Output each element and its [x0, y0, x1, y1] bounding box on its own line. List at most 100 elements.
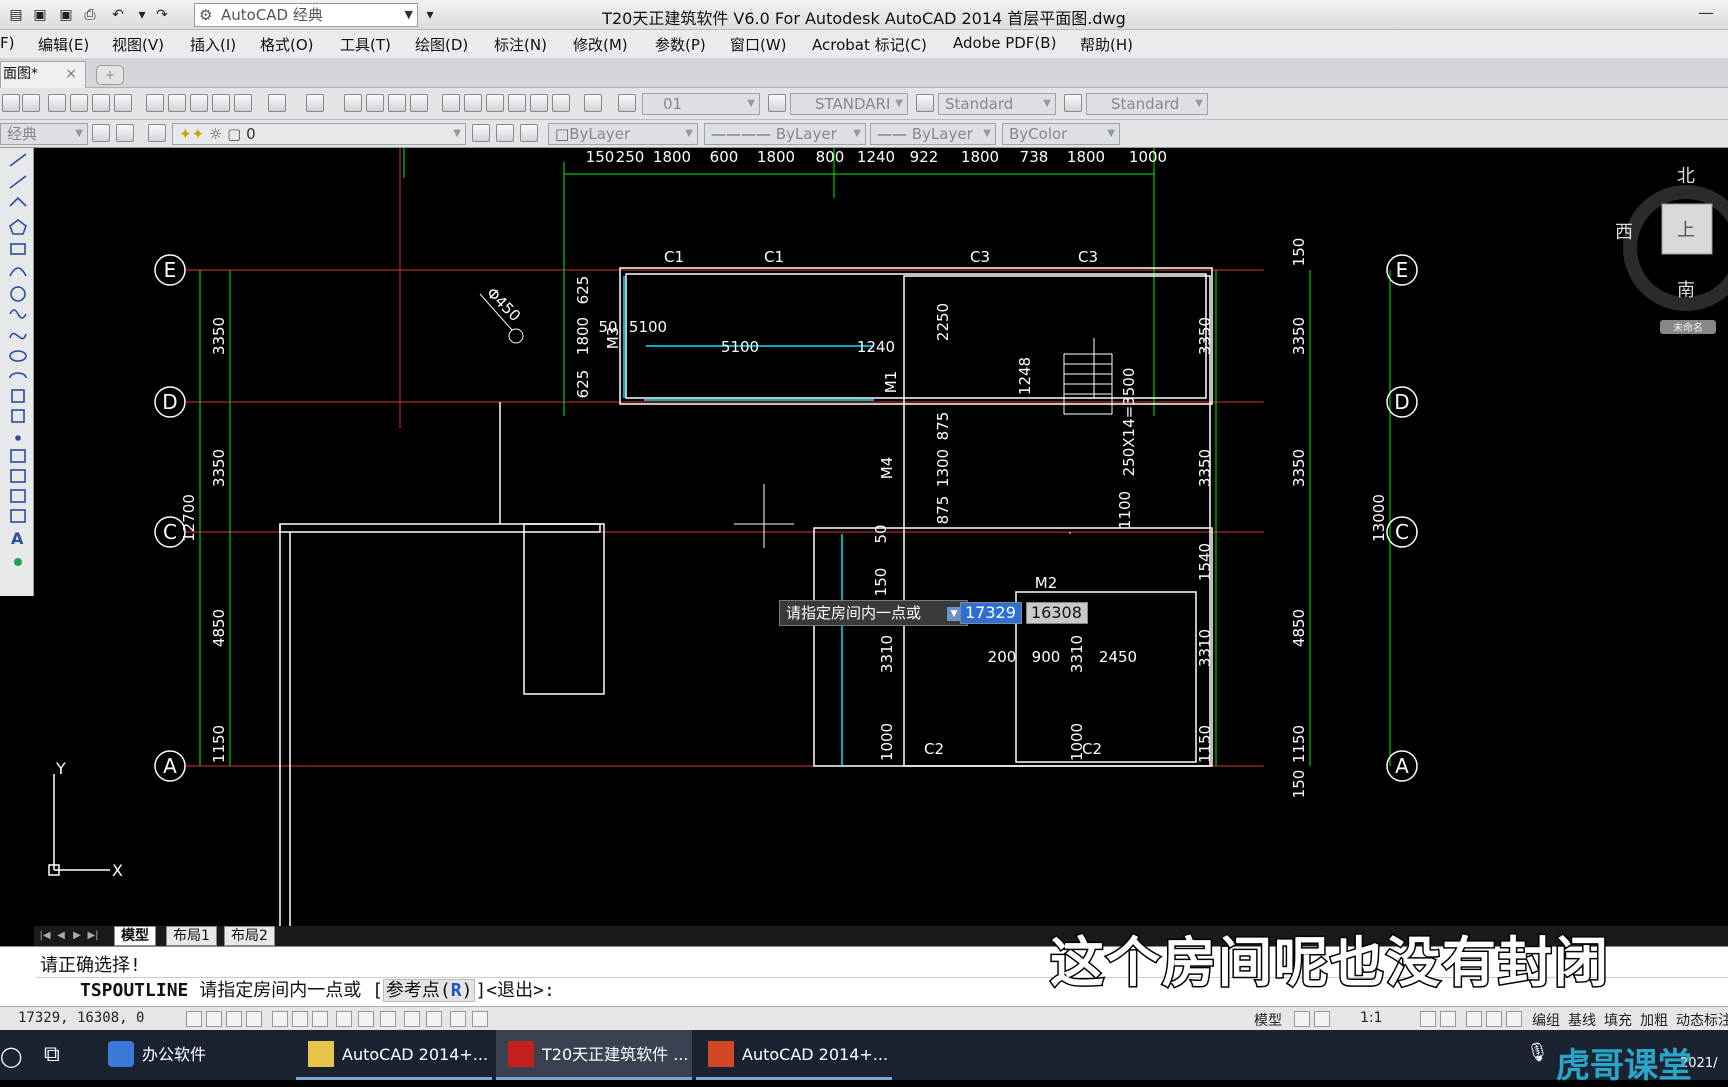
workspace-mini-select[interactable]: 经典 ▼ — [0, 123, 88, 145]
layer-select[interactable]: ✦✦ ☼ ▢ 0 ▼ — [172, 123, 466, 145]
dynamic-x-input[interactable]: 17329 — [960, 602, 1022, 624]
menu-format[interactable]: 格式(O) — [260, 34, 314, 55]
compass-north[interactable]: 北 — [1677, 166, 1695, 187]
dim-style-icon[interactable] — [768, 94, 786, 112]
command-option-reference[interactable]: 参考点(R) — [382, 979, 476, 1002]
minimize-button[interactable]: — — [1698, 3, 1714, 22]
markup-icon[interactable] — [530, 94, 548, 112]
cut-icon[interactable] — [146, 94, 164, 112]
toolbar-lock-icon[interactable] — [116, 124, 134, 142]
open-icon[interactable] — [2, 94, 20, 112]
zoom-window-icon[interactable] — [388, 94, 406, 112]
calculator-icon[interactable] — [552, 94, 570, 112]
pan-icon[interactable] — [344, 94, 362, 112]
plotstyle-select[interactable]: ByColor ▼ — [1002, 123, 1120, 145]
arc-icon[interactable] — [9, 267, 27, 277]
menu-dimension[interactable]: 标注(N) — [494, 34, 547, 55]
annotation-visibility-icon[interactable] — [1420, 1011, 1436, 1027]
search-icon[interactable]: ◯ — [0, 1044, 22, 1068]
status-btn-fill[interactable]: 填充 — [1604, 1010, 1632, 1030]
zoom-realtime-icon[interactable] — [366, 94, 384, 112]
quick-view-drawings-icon[interactable] — [1314, 1011, 1330, 1027]
insert-block-icon[interactable] — [11, 389, 25, 403]
polyline-icon[interactable] — [9, 196, 27, 207]
make-current-layer-icon[interactable] — [472, 124, 490, 142]
menu-window[interactable]: 窗口(W) — [730, 34, 787, 55]
status-btn-dynamic-dim[interactable]: 动态标注 — [1676, 1010, 1728, 1030]
circle-icon[interactable] — [10, 286, 26, 302]
quick-properties-icon[interactable] — [450, 1011, 466, 1027]
menu-modify[interactable]: 修改(M) — [573, 34, 628, 55]
compass-west[interactable]: 西 — [1615, 222, 1633, 243]
file-tab[interactable]: 面图* × — [0, 61, 86, 88]
polygon-icon[interactable] — [9, 219, 27, 235]
menu-file[interactable]: F) — [0, 34, 14, 52]
lineweight-icon[interactable] — [404, 1011, 420, 1027]
taskbar-item-autocad-folder[interactable]: AutoCAD 2014+... — [296, 1030, 492, 1080]
status-btn-group[interactable]: 编组 — [1532, 1010, 1560, 1030]
construction-line-icon[interactable] — [9, 175, 27, 189]
spline-icon[interactable] — [9, 332, 27, 340]
tool-palettes-icon[interactable] — [486, 94, 504, 112]
mtext-icon[interactable]: A — [11, 529, 24, 548]
revcloud-icon[interactable] — [9, 309, 27, 319]
options-down-icon[interactable]: ▼ — [947, 606, 962, 621]
block-editor-icon[interactable] — [234, 94, 252, 112]
table-style-icon[interactable] — [916, 94, 934, 112]
hatch-icon[interactable] — [10, 449, 26, 463]
otrack-icon[interactable] — [336, 1011, 352, 1027]
gear-icon[interactable] — [92, 124, 110, 142]
drawing-canvas[interactable]: E D C A E D C A 150 250 1800 600 1800 80… — [34, 148, 1728, 928]
design-center-icon[interactable] — [464, 94, 482, 112]
save-icon[interactable] — [22, 94, 40, 112]
multileader-style-select[interactable]: Standard ▼ — [1086, 93, 1208, 115]
grid-icon[interactable] — [226, 1011, 242, 1027]
undo-icon[interactable] — [268, 94, 286, 112]
viewcube[interactable]: 上 北 南 西 未命名 — [1610, 160, 1728, 340]
layer-manager-icon[interactable] — [148, 124, 166, 142]
publish-icon[interactable] — [92, 94, 110, 112]
redo-icon[interactable] — [306, 94, 324, 112]
first-tab-icon[interactable]: |◀ — [38, 929, 52, 943]
workspace-switch-icon[interactable] — [1466, 1011, 1482, 1027]
tab-model[interactable]: 模型 — [114, 926, 156, 946]
polar-icon[interactable] — [272, 1011, 288, 1027]
zoom-previous-icon[interactable] — [410, 94, 428, 112]
taskbar-item-office[interactable]: 办公软件 — [96, 1030, 292, 1080]
ortho-icon[interactable] — [246, 1011, 262, 1027]
model-space-label[interactable]: 模型 — [1254, 1010, 1282, 1030]
text-style-icon[interactable] — [618, 94, 636, 112]
new-tab-button[interactable]: + — [96, 65, 124, 85]
menu-edit[interactable]: 编辑(E) — [38, 34, 89, 55]
add-selected-icon[interactable] — [14, 558, 22, 566]
prev-tab-icon[interactable]: ◀ — [54, 929, 68, 943]
line-icon[interactable] — [9, 153, 27, 167]
layer-state-icon[interactable] — [520, 124, 538, 142]
transparency-icon[interactable] — [426, 1011, 442, 1027]
tab-layout1[interactable]: 布局1 — [166, 926, 217, 946]
ducs-icon[interactable] — [358, 1011, 374, 1027]
table-style-select[interactable]: Standard ▼ — [938, 93, 1056, 115]
menu-draw[interactable]: 绘图(D) — [415, 34, 468, 55]
floor-plan[interactable]: E D C A E D C A 150 250 1800 600 1800 80… — [34, 148, 1728, 928]
menu-insert[interactable]: 插入(I) — [190, 34, 236, 55]
infer-constraints-icon[interactable] — [186, 1011, 202, 1027]
snap-icon[interactable] — [206, 1011, 222, 1027]
menu-parametric[interactable]: 参数(P) — [655, 34, 706, 55]
copy-icon[interactable] — [168, 94, 186, 112]
selection-cycling-icon[interactable] — [472, 1011, 488, 1027]
close-tab-icon[interactable]: × — [65, 62, 77, 86]
gradient-icon[interactable] — [10, 469, 26, 483]
preview-icon[interactable] — [70, 94, 88, 112]
quick-view-layouts-icon[interactable] — [1294, 1011, 1310, 1027]
tab-layout2[interactable]: 布局2 — [224, 926, 275, 946]
table-icon[interactable] — [10, 509, 26, 523]
menu-view[interactable]: 视图(V) — [112, 34, 164, 55]
3d-osnap-icon[interactable] — [312, 1011, 328, 1027]
menu-tools[interactable]: 工具(T) — [340, 34, 391, 55]
isolate-objects-icon[interactable] — [1506, 1011, 1522, 1027]
point-icon[interactable] — [15, 435, 21, 441]
multileader-style-icon[interactable] — [1064, 94, 1082, 112]
rectangle-icon[interactable] — [10, 243, 26, 255]
taskbar-item-t20[interactable]: T20天正建筑软件 ... — [496, 1030, 692, 1080]
